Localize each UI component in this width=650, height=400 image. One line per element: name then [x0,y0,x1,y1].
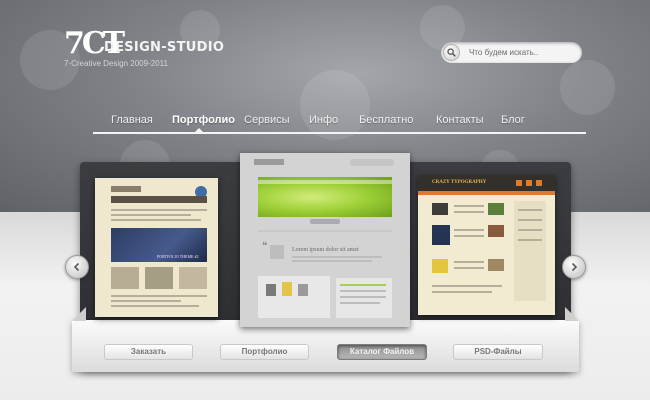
card-hero-caption: PORTFOLIO THEME #2 [157,254,199,259]
logo-tagline: 7-Creative Design 2009-2011 [64,59,168,68]
psd-files-button[interactable]: PSD-Файлы [453,344,543,360]
carousel-prev-button[interactable] [65,255,89,279]
search-input[interactable] [469,42,577,63]
nav-item-blog[interactable]: Блог [501,114,525,126]
card-thumb [179,267,207,289]
carousel-next-button[interactable] [562,255,586,279]
nav-item-portfolio[interactable]: Портфолио [172,114,235,126]
search-button[interactable] [443,44,460,61]
card-search [350,159,394,166]
chevron-left-icon [73,262,80,272]
card-nav-dot [516,180,522,186]
card-thumb [488,225,504,237]
portfolio-card-right[interactable]: CRAZY TYPOGRAPHY [418,175,555,315]
nav-item-home[interactable]: Главная [111,114,153,126]
search-box [441,42,582,63]
card-nav-dot [526,180,532,186]
card-logo [111,186,141,192]
nav-active-pointer [195,128,203,132]
card-thumb [145,267,173,289]
card-feature-icon [298,284,308,296]
card-accent-bar [418,191,555,195]
card-menu-bar [111,196,207,203]
portfolio-card-center[interactable]: ❝ Lorem ipsum dolor sit amet [240,153,410,327]
card-heading: CRAZY TYPOGRAPHY [432,180,487,185]
nav-item-contacts[interactable]: Контакты [436,114,484,126]
portfolio-button[interactable]: Портфолио [220,344,309,360]
card-thumb [432,259,448,273]
card-feature-box [258,276,330,318]
chevron-right-icon [571,262,578,272]
nav-divider [93,132,586,134]
card-thumb [488,203,504,215]
quote-icon: ❝ [262,241,268,252]
card-thumb [432,203,448,215]
card-thumb [488,259,504,271]
card-nav-dot [536,180,542,186]
card-feature-icon [266,284,276,296]
nav-item-services[interactable]: Сервисы [244,114,290,126]
logo-name: DESIGN-STUDIO [104,40,225,55]
card-sidebar [514,201,546,301]
card-avatar [270,245,284,259]
nav-item-free[interactable]: Бесплатно [359,114,413,126]
search-icon [447,48,456,57]
card-thumb [432,225,450,245]
card-thumb [111,267,139,289]
card-heading: Lorem ipsum dolor sit amet [292,247,359,253]
file-catalog-button[interactable]: Каталог Файлов [337,344,427,360]
card-pager [310,219,340,224]
card-feature-icon [282,282,292,296]
card-logo [254,159,284,165]
order-button[interactable]: Заказать [104,344,193,360]
portfolio-card-left[interactable]: PORTFOLIO THEME #2 [95,178,218,317]
nav-item-info[interactable]: Инфо [309,114,338,126]
card-hero-strip [258,180,392,184]
